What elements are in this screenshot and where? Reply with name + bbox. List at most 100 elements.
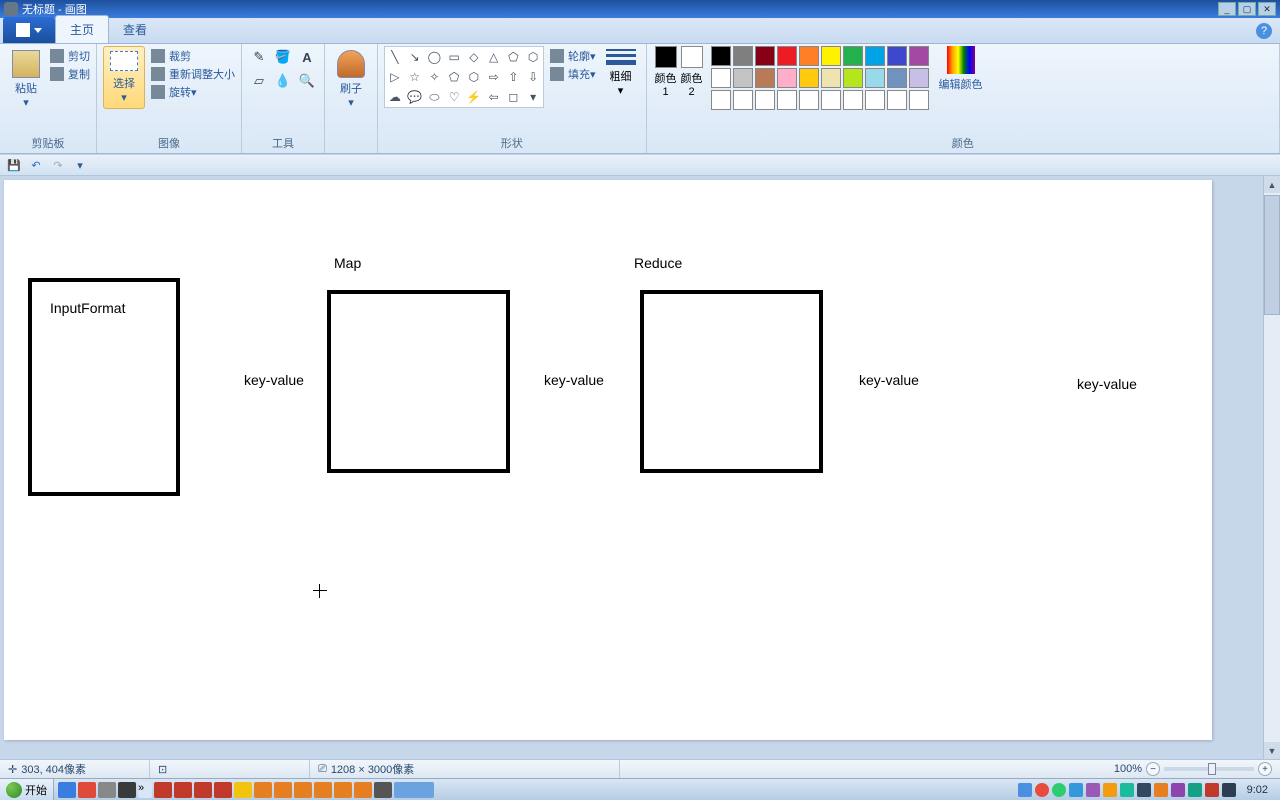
- color1-slot[interactable]: 颜色 1: [653, 46, 679, 108]
- palette-swatch[interactable]: [733, 46, 753, 66]
- thickness-button[interactable]: 粗细 ▾: [602, 46, 640, 97]
- picker-tool[interactable]: 💧: [272, 70, 294, 92]
- tray-icon[interactable]: [1086, 783, 1100, 797]
- palette-swatch[interactable]: [865, 68, 885, 88]
- text-tool[interactable]: A: [296, 46, 318, 68]
- scroll-up-button[interactable]: ▲: [1264, 176, 1280, 193]
- taskbar-item[interactable]: [294, 782, 312, 798]
- tray-icon[interactable]: [1171, 783, 1185, 797]
- taskbar-item[interactable]: [98, 782, 116, 798]
- palette-swatch[interactable]: [799, 46, 819, 66]
- palette-swatch[interactable]: [843, 68, 863, 88]
- palette-swatch[interactable]: [887, 68, 907, 88]
- fill-tool[interactable]: 🪣: [272, 46, 294, 68]
- taskbar-item[interactable]: [58, 782, 76, 798]
- zoom-in-button[interactable]: +: [1258, 762, 1272, 776]
- palette-swatch[interactable]: [887, 46, 907, 66]
- palette-swatch[interactable]: [711, 46, 731, 66]
- tray-icon[interactable]: [1205, 783, 1219, 797]
- palette-swatch[interactable]: [865, 46, 885, 66]
- palette-swatch[interactable]: [821, 90, 841, 110]
- redo-button[interactable]: ↷: [50, 157, 66, 173]
- tray-icon[interactable]: [1120, 783, 1134, 797]
- close-button[interactable]: ✕: [1258, 2, 1276, 16]
- tab-home[interactable]: 主页: [55, 15, 109, 43]
- outline-button[interactable]: 轮廓 ▾: [550, 48, 596, 64]
- scroll-thumb[interactable]: [1264, 195, 1280, 315]
- copy-button[interactable]: 复制: [50, 66, 90, 82]
- tray-icon[interactable]: [1137, 783, 1151, 797]
- taskbar-item[interactable]: [214, 782, 232, 798]
- taskbar-item[interactable]: [234, 782, 252, 798]
- shapes-gallery[interactable]: ╲↘◯▭◇△⬠⬡ ▷☆✧⬠⬡⇨⇧⇩ ☁💬⬭♡⚡⇦◻▾: [384, 46, 544, 108]
- taskbar-item[interactable]: [154, 782, 172, 798]
- palette-swatch[interactable]: [843, 46, 863, 66]
- vertical-scrollbar[interactable]: ▲ ▼: [1263, 176, 1280, 759]
- tray-icon[interactable]: [1154, 783, 1168, 797]
- palette-swatch[interactable]: [843, 90, 863, 110]
- palette-swatch[interactable]: [755, 46, 775, 66]
- tray-icon[interactable]: [1018, 783, 1032, 797]
- palette-swatch[interactable]: [821, 46, 841, 66]
- clock[interactable]: 9:02: [1239, 784, 1276, 796]
- tray-icon[interactable]: [1052, 783, 1066, 797]
- file-menu-button[interactable]: [3, 17, 55, 43]
- save-button[interactable]: 💾: [6, 157, 22, 173]
- fill-button[interactable]: 填充 ▾: [550, 66, 596, 82]
- palette-swatch[interactable]: [821, 68, 841, 88]
- brush-button[interactable]: 刷子 ▾: [331, 46, 371, 113]
- tray-icon[interactable]: [1222, 783, 1236, 797]
- edit-colors-button[interactable]: 编辑颜色: [939, 46, 983, 92]
- cut-button[interactable]: 剪切: [50, 48, 90, 64]
- help-button[interactable]: ?: [1256, 23, 1272, 39]
- palette-swatch[interactable]: [799, 68, 819, 88]
- palette-swatch[interactable]: [777, 46, 797, 66]
- palette-swatch[interactable]: [755, 90, 775, 110]
- select-button[interactable]: 选择 ▾: [103, 46, 145, 109]
- taskbar-item[interactable]: [78, 782, 96, 798]
- paste-button[interactable]: 粘贴 ▾: [6, 46, 46, 113]
- minimize-button[interactable]: _: [1218, 2, 1236, 16]
- tray-icon[interactable]: [1069, 783, 1083, 797]
- palette-swatch[interactable]: [865, 90, 885, 110]
- palette-swatch[interactable]: [755, 68, 775, 88]
- palette-swatch[interactable]: [777, 68, 797, 88]
- resize-button[interactable]: 重新调整大小: [151, 66, 235, 82]
- taskbar-item[interactable]: »: [138, 782, 152, 798]
- palette-swatch[interactable]: [733, 68, 753, 88]
- zoom-out-button[interactable]: −: [1146, 762, 1160, 776]
- qat-customize[interactable]: ▾: [72, 157, 88, 173]
- tray-icon[interactable]: [1188, 783, 1202, 797]
- taskbar-item[interactable]: [118, 782, 136, 798]
- zoom-slider-knob[interactable]: [1208, 763, 1216, 775]
- palette-swatch[interactable]: [909, 46, 929, 66]
- zoom-slider[interactable]: [1164, 767, 1254, 771]
- palette-swatch[interactable]: [711, 68, 731, 88]
- taskbar-item[interactable]: [314, 782, 332, 798]
- pencil-tool[interactable]: ✎: [248, 46, 270, 68]
- taskbar-item[interactable]: [394, 782, 434, 798]
- taskbar-item[interactable]: [374, 782, 392, 798]
- palette-swatch[interactable]: [887, 90, 907, 110]
- taskbar-item[interactable]: [274, 782, 292, 798]
- tray-icon[interactable]: [1103, 783, 1117, 797]
- rotate-button[interactable]: 旋转 ▾: [151, 84, 235, 100]
- start-button[interactable]: 开始: [0, 779, 54, 800]
- scroll-down-button[interactable]: ▼: [1264, 742, 1280, 759]
- palette-swatch[interactable]: [711, 90, 731, 110]
- eraser-tool[interactable]: ▱: [248, 70, 270, 92]
- color2-slot[interactable]: 颜色 2: [679, 46, 705, 108]
- undo-button[interactable]: ↶: [28, 157, 44, 173]
- taskbar-item[interactable]: [334, 782, 352, 798]
- palette-swatch[interactable]: [799, 90, 819, 110]
- palette-swatch[interactable]: [777, 90, 797, 110]
- canvas[interactable]: InputFormat Map Reduce key-value key-val…: [4, 180, 1212, 740]
- taskbar-item[interactable]: [174, 782, 192, 798]
- taskbar-item[interactable]: [354, 782, 372, 798]
- palette-swatch[interactable]: [909, 90, 929, 110]
- magnifier-tool[interactable]: 🔍: [296, 70, 318, 92]
- palette-swatch[interactable]: [733, 90, 753, 110]
- taskbar-item[interactable]: [254, 782, 272, 798]
- tab-view[interactable]: 查看: [109, 16, 161, 43]
- taskbar-item[interactable]: [194, 782, 212, 798]
